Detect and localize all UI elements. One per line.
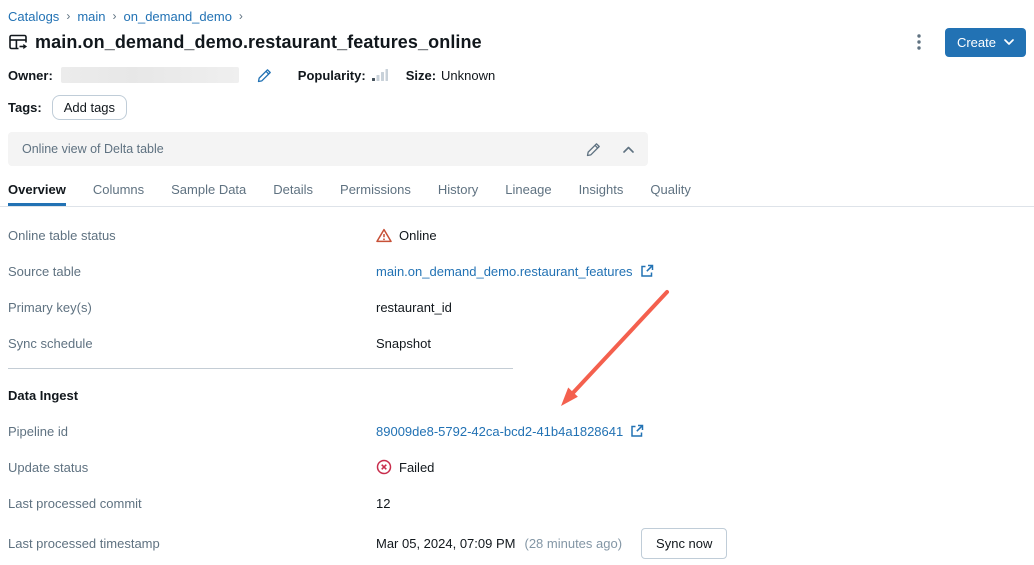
online-table-page: Catalogs › main › on_demand_demo › main.… [0, 0, 1034, 565]
section-title: Data Ingest [8, 388, 78, 403]
row-primary-keys: Primary key(s) restaurant_id [8, 289, 1026, 325]
row-online-table-status: Online table status Online [8, 217, 1026, 253]
last-processed-timestamp-value: Mar 05, 2024, 07:09 PM [376, 536, 515, 551]
source-table-link[interactable]: main.on_demand_demo.restaurant_features [376, 264, 633, 279]
chevron-down-icon [1004, 39, 1014, 45]
page-title: main.on_demand_demo.restaurant_features_… [35, 32, 482, 53]
owner-value-redacted [61, 67, 239, 83]
section-divider [8, 368, 513, 369]
create-button-label: Create [957, 35, 996, 50]
tab-sample-data[interactable]: Sample Data [171, 176, 246, 206]
breadcrumb-main[interactable]: main [77, 9, 105, 24]
error-circle-x-icon [376, 459, 392, 475]
online-table-icon [8, 32, 28, 52]
last-processed-commit-value: 12 [376, 496, 390, 511]
kebab-menu-icon[interactable] [907, 30, 931, 54]
tab-overview[interactable]: Overview [8, 176, 66, 206]
collapse-description-chevron-up-icon[interactable] [623, 146, 634, 153]
tab-details[interactable]: Details [273, 176, 313, 206]
overview-panel: Online table status Online Source table … [8, 217, 1026, 565]
row-update-status: Update status Failed [8, 449, 1026, 485]
tab-permissions[interactable]: Permissions [340, 176, 411, 206]
row-last-processed-timestamp: Last processed timestamp Mar 05, 2024, 0… [8, 521, 1026, 565]
tags-label: Tags: [8, 100, 42, 115]
breadcrumb-separator: › [113, 9, 117, 23]
tags-row: Tags: Add tags [8, 94, 1026, 120]
tab-lineage[interactable]: Lineage [505, 176, 551, 206]
row-last-processed-commit: Last processed commit 12 [8, 485, 1026, 521]
last-processed-timestamp-relative: (28 minutes ago) [524, 536, 622, 551]
tab-quality[interactable]: Quality [650, 176, 690, 206]
title-row: main.on_demand_demo.restaurant_features_… [8, 28, 1026, 56]
edit-owner-pencil-icon[interactable] [257, 68, 272, 83]
breadcrumb-catalogs[interactable]: Catalogs [8, 9, 59, 24]
primary-keys-value: restaurant_id [376, 300, 452, 315]
meta-row: Owner: Popularity: Size: Unknown [8, 66, 1026, 84]
row-label: Pipeline id [8, 424, 376, 439]
row-label: Primary key(s) [8, 300, 376, 315]
sync-schedule-value: Snapshot [376, 336, 431, 351]
tab-history[interactable]: History [438, 176, 478, 206]
row-label: Sync schedule [8, 336, 376, 351]
row-label: Last processed timestamp [8, 536, 376, 551]
row-label: Online table status [8, 228, 376, 243]
data-ingest-section-header: Data Ingest [8, 377, 1026, 413]
tab-columns[interactable]: Columns [93, 176, 144, 206]
row-label: Last processed commit [8, 496, 376, 511]
popularity-meter-icon [372, 69, 388, 81]
row-label: Update status [8, 460, 376, 475]
breadcrumb-separator: › [239, 9, 243, 23]
row-label: Source table [8, 264, 376, 279]
breadcrumb: Catalogs › main › on_demand_demo › [8, 8, 1026, 24]
popularity-label: Popularity: [298, 68, 366, 83]
tab-bar: Overview Columns Sample Data Details Per… [0, 176, 1034, 207]
size-value: Unknown [441, 68, 495, 83]
external-link-icon[interactable] [640, 264, 654, 278]
update-status-value: Failed [399, 460, 434, 475]
online-table-status-value: Online [399, 228, 437, 243]
tab-insights[interactable]: Insights [579, 176, 624, 206]
external-link-icon[interactable] [630, 424, 644, 438]
description-text: Online view of Delta table [22, 142, 586, 156]
edit-description-pencil-icon[interactable] [586, 142, 601, 157]
row-source-table: Source table main.on_demand_demo.restaur… [8, 253, 1026, 289]
row-pipeline-id: Pipeline id 89009de8-5792-42ca-bcd2-41b4… [8, 413, 1026, 449]
warning-triangle-icon [376, 228, 392, 243]
breadcrumb-on-demand-demo[interactable]: on_demand_demo [124, 9, 232, 24]
sync-now-button[interactable]: Sync now [641, 528, 727, 559]
description-bar: Online view of Delta table [8, 132, 648, 166]
pipeline-id-link[interactable]: 89009de8-5792-42ca-bcd2-41b4a1828641 [376, 424, 623, 439]
owner-label: Owner: [8, 68, 53, 83]
breadcrumb-separator: › [66, 9, 70, 23]
row-sync-schedule: Sync schedule Snapshot [8, 325, 1026, 361]
create-button[interactable]: Create [945, 28, 1026, 57]
add-tags-button[interactable]: Add tags [52, 95, 127, 120]
size-label: Size: [406, 68, 436, 83]
